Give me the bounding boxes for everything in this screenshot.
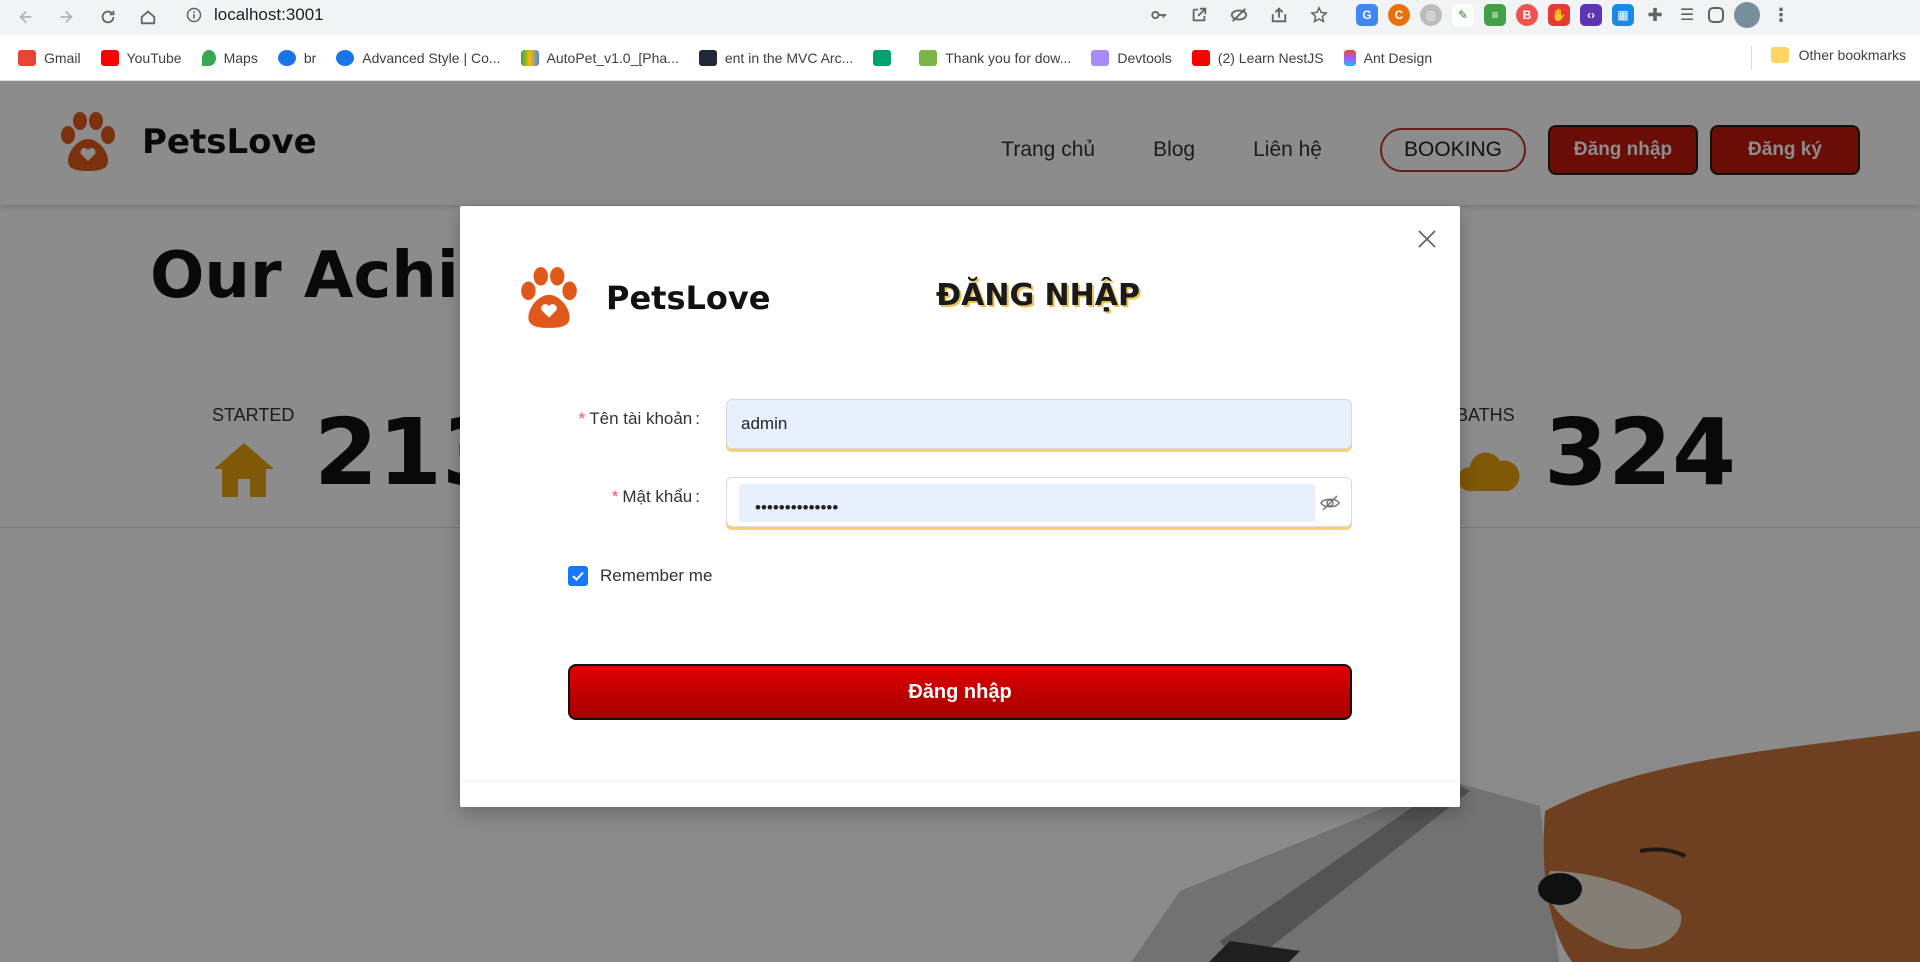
eye-off-icon[interactable] bbox=[1228, 4, 1250, 26]
checkmark-icon bbox=[572, 571, 584, 581]
modal-footer-divider bbox=[460, 780, 1460, 781]
bookmark-item[interactable]: Maps bbox=[201, 49, 258, 66]
more-menu-icon[interactable]: ⋮ bbox=[1770, 4, 1792, 26]
folder-icon bbox=[1770, 47, 1789, 63]
media-queue-icon[interactable]: ☰ bbox=[1676, 4, 1698, 26]
remember-checkbox[interactable] bbox=[568, 566, 588, 586]
bookmark-label: Maps bbox=[223, 49, 258, 66]
modal-title: ĐĂNG NHẬP bbox=[936, 278, 1140, 313]
password-label: * Mật khẩu: bbox=[612, 487, 700, 507]
username-row: * Tên tài khoản: bbox=[460, 399, 1460, 449]
bookmark-item[interactable]: Devtools bbox=[1091, 49, 1172, 66]
required-mark: * bbox=[611, 487, 619, 506]
bookmark-label: Advanced Style | Co... bbox=[362, 49, 501, 66]
pen-extension-icon[interactable]: ✎ bbox=[1452, 4, 1474, 26]
mvc-article-icon bbox=[698, 49, 717, 66]
bookmark-label: Devtools bbox=[1117, 49, 1172, 66]
bookmark-item[interactable]: br bbox=[277, 49, 317, 66]
required-mark: * bbox=[578, 409, 586, 428]
paw-heart-icon bbox=[521, 267, 577, 328]
remember-me[interactable]: Remember me bbox=[568, 566, 712, 586]
bookmark-item[interactable]: Ant Design bbox=[1343, 49, 1433, 66]
bookmark-label: Gmail bbox=[44, 49, 81, 66]
maps-icon bbox=[201, 49, 216, 66]
eye-invisible-icon[interactable] bbox=[1319, 492, 1341, 514]
forward-icon[interactable] bbox=[52, 3, 80, 31]
bookmark-item[interactable]: ent in the MVC Arc... bbox=[698, 49, 854, 66]
figma-icon bbox=[1343, 49, 1356, 66]
browser-toolbar: localhost:3001 G C ◎ ✎ ≡ B ✋ ‹› ▦ ✚ ☰ ⋮ bbox=[0, 0, 1920, 35]
advanced-style-icon bbox=[336, 49, 355, 66]
other-bookmarks[interactable]: Other bookmarks bbox=[1770, 47, 1906, 63]
bookmark-item[interactable]: Thank you for dow... bbox=[919, 49, 1072, 66]
bookmark-item[interactable] bbox=[873, 49, 899, 66]
modal-brand-name: PetsLove bbox=[606, 279, 771, 317]
download-site-icon bbox=[919, 49, 938, 66]
password-label-text: Mật khẩu bbox=[622, 487, 693, 506]
remember-label: Remember me bbox=[600, 566, 713, 585]
site-info-icon[interactable] bbox=[186, 7, 202, 23]
puzzle-extensions-icon[interactable]: ✚ bbox=[1644, 4, 1666, 26]
bookmark-label: AutoPet_v1.0_[Pha... bbox=[546, 49, 679, 66]
password-row: * Mật khẩu: bbox=[460, 477, 1460, 532]
stop-extension-icon[interactable]: ✋ bbox=[1548, 4, 1570, 26]
bookmark-label: br bbox=[303, 49, 317, 66]
translate-extension-icon[interactable]: G bbox=[1356, 4, 1378, 26]
close-icon[interactable] bbox=[1416, 228, 1438, 250]
back-icon[interactable] bbox=[12, 3, 40, 31]
bookmark-label: (2) Learn NestJS bbox=[1217, 49, 1324, 66]
bookmark-item[interactable]: Advanced Style | Co... bbox=[336, 49, 501, 66]
a-site-icon bbox=[873, 49, 892, 66]
layers-extension-icon[interactable]: ≡ bbox=[1484, 4, 1506, 26]
bookmark-item[interactable]: YouTube bbox=[100, 49, 182, 66]
google-drive-icon bbox=[520, 49, 539, 66]
grid-extension-icon[interactable]: ▦ bbox=[1612, 4, 1634, 26]
password-field[interactable] bbox=[726, 477, 1365, 532]
side-panel-icon[interactable] bbox=[1708, 7, 1724, 23]
bookmark-item[interactable]: (2) Learn NestJS bbox=[1191, 49, 1324, 66]
label-colon: : bbox=[695, 487, 700, 506]
login-modal: PetsLove ĐĂNG NHẬP *Tên tài khoản: *Mật … bbox=[460, 206, 1460, 807]
reload-icon[interactable] bbox=[94, 3, 122, 31]
login-submit-button[interactable]: Đăng nhập bbox=[568, 664, 1352, 720]
url-text[interactable]: localhost:3001 bbox=[214, 5, 324, 25]
username-label: * Tên tài khoản: bbox=[579, 409, 700, 429]
bookmark-label: YouTube bbox=[126, 49, 182, 66]
gmail-icon bbox=[18, 49, 36, 66]
profile-avatar[interactable] bbox=[1734, 2, 1760, 28]
b-extension-icon[interactable]: B bbox=[1516, 4, 1538, 26]
bookmark-label: Ant Design bbox=[1363, 49, 1433, 66]
label-colon: : bbox=[695, 409, 700, 428]
home-icon[interactable] bbox=[134, 3, 162, 31]
modal-logo: PetsLove bbox=[516, 266, 770, 330]
devtools-icon bbox=[1091, 49, 1110, 66]
youtube-icon bbox=[1191, 49, 1210, 66]
password-input[interactable] bbox=[741, 484, 1365, 532]
br-icon bbox=[277, 49, 296, 66]
code-extension-icon[interactable]: ‹› bbox=[1580, 4, 1602, 26]
share-icon[interactable] bbox=[1268, 4, 1290, 26]
bookmarks-divider bbox=[1751, 46, 1752, 70]
youtube-icon bbox=[100, 49, 119, 66]
bookmark-label: Thank you for dow... bbox=[945, 49, 1072, 66]
address-bar[interactable]: localhost:3001 bbox=[178, 0, 1344, 30]
compass-extension-icon[interactable]: ◎ bbox=[1420, 4, 1442, 26]
username-field[interactable] bbox=[726, 399, 1352, 449]
username-input[interactable] bbox=[727, 400, 1351, 448]
other-bookmarks-label: Other bookmarks bbox=[1798, 47, 1906, 63]
c-extension-icon[interactable]: C bbox=[1388, 4, 1410, 26]
username-label-text: Tên tài khoản bbox=[589, 409, 693, 428]
bookmark-item[interactable]: AutoPet_v1.0_[Pha... bbox=[520, 49, 679, 66]
bookmark-label: ent in the MVC Arc... bbox=[724, 49, 854, 66]
open-external-icon[interactable] bbox=[1188, 4, 1210, 26]
bookmarks-bar: Gmail YouTube Maps br Advanced Style | C… bbox=[0, 35, 1920, 81]
bookmark-star-icon[interactable] bbox=[1308, 4, 1330, 26]
bookmark-item[interactable]: Gmail bbox=[18, 49, 81, 66]
key-icon[interactable] bbox=[1148, 4, 1170, 26]
